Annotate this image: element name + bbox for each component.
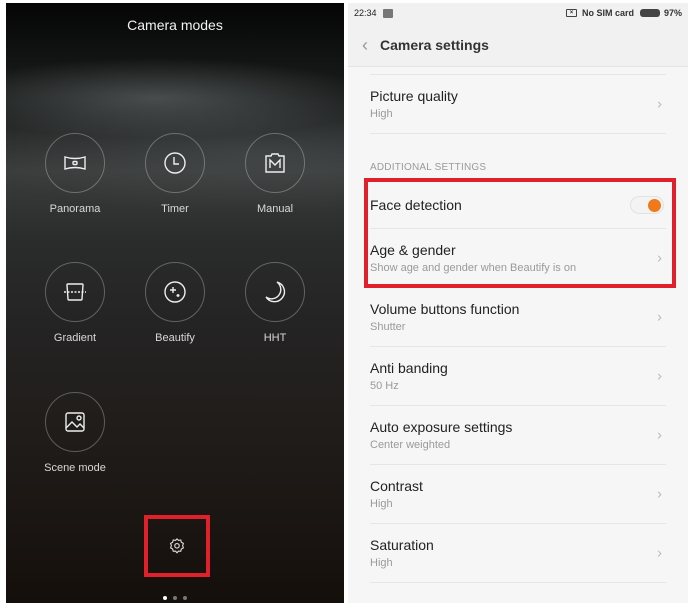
page-dot[interactable]	[183, 596, 187, 600]
panorama-icon	[64, 156, 86, 170]
page-title: Camera settings	[380, 36, 489, 53]
settings-list: Picture quality High › ADDITIONAL SETTIN…	[348, 67, 688, 583]
mode-label: Manual	[256, 203, 294, 215]
mode-label: Gradient	[53, 332, 97, 344]
mode-manual[interactable]: Manual	[235, 133, 315, 215]
setting-title: Contrast	[370, 478, 423, 494]
setting-contrast[interactable]: Contrast High ›	[370, 465, 666, 524]
setting-saturation[interactable]: Saturation High ›	[370, 524, 666, 583]
setting-title: Volume buttons function	[370, 301, 520, 317]
battery-icon	[639, 9, 660, 17]
status-time: 22:34	[354, 8, 377, 18]
chevron-right-icon: ›	[657, 544, 662, 562]
manual-icon	[265, 153, 285, 173]
setting-value: Center weighted	[370, 439, 451, 451]
beautify-icon	[164, 281, 186, 303]
mode-hht[interactable]: HHT	[235, 262, 315, 344]
setting-title: Auto exposure settings	[370, 419, 513, 435]
setting-title: Face detection	[370, 197, 462, 213]
timer-icon	[164, 152, 186, 174]
chevron-right-icon: ›	[657, 308, 662, 326]
mode-label: HHT	[263, 332, 287, 344]
mode-beautify[interactable]: Beautify	[135, 262, 215, 344]
mode-gradient[interactable]: Gradient	[35, 262, 115, 344]
mode-scene[interactable]: Scene mode	[35, 392, 115, 474]
mode-label: Beautify	[155, 332, 195, 344]
mode-label: Scene mode	[44, 462, 106, 474]
app-bar: ‹ Camera settings	[348, 23, 688, 67]
chevron-left-icon[interactable]: ‹	[362, 36, 368, 54]
gradient-icon	[64, 283, 86, 301]
notification-icon	[382, 8, 393, 18]
toggle-knob	[648, 199, 661, 212]
status-bar: 22:34 × No SIM card 97%	[348, 3, 688, 23]
setting-value: High	[370, 498, 393, 510]
camera-settings-panel: 22:34 × No SIM card 97% ‹ Camera setting…	[348, 3, 688, 603]
camera-modes-panel: Camera modes Panorama Timer Manual Gradi…	[6, 3, 344, 603]
gear-icon	[169, 538, 185, 554]
page-dot-active[interactable]	[163, 596, 167, 600]
setting-volume-buttons[interactable]: Volume buttons function Shutter ›	[370, 288, 666, 347]
setting-title: Anti banding	[370, 360, 448, 376]
setting-value: High	[370, 108, 393, 120]
mode-timer[interactable]: Timer	[135, 133, 215, 215]
mode-panorama[interactable]: Panorama	[35, 133, 115, 215]
setting-value: 50 Hz	[370, 380, 399, 392]
setting-title: Age & gender	[370, 242, 456, 258]
chevron-right-icon: ›	[657, 249, 662, 267]
setting-value: Shutter	[370, 321, 406, 333]
chevron-right-icon: ›	[657, 367, 662, 385]
face-detection-toggle[interactable]	[630, 196, 664, 214]
setting-face-detection[interactable]: Face detection	[370, 182, 666, 229]
setting-title: Picture quality	[370, 88, 458, 104]
setting-value: High	[370, 557, 393, 569]
image-icon	[65, 412, 85, 432]
setting-title: Saturation	[370, 537, 434, 553]
setting-anti-banding[interactable]: Anti banding 50 Hz ›	[370, 347, 666, 406]
page-dot[interactable]	[173, 596, 177, 600]
setting-auto-exposure[interactable]: Auto exposure settings Center weighted ›	[370, 406, 666, 465]
setting-picture-quality[interactable]: Picture quality High ›	[370, 75, 666, 134]
settings-button[interactable]	[144, 515, 210, 577]
no-sim-icon: ×	[565, 9, 577, 17]
battery-level: 97%	[663, 8, 682, 18]
moon-icon	[265, 281, 286, 303]
section-header: ADDITIONAL SETTINGS	[370, 162, 487, 173]
mode-label: Timer	[161, 203, 189, 215]
chevron-right-icon: ›	[657, 95, 662, 113]
mode-label: Panorama	[49, 203, 101, 215]
chevron-right-icon: ›	[657, 426, 662, 444]
camera-modes-title: Camera modes	[127, 17, 223, 33]
page-indicator	[6, 596, 344, 600]
chevron-right-icon: ›	[657, 485, 662, 503]
setting-value: Show age and gender when Beautify is on	[370, 262, 577, 274]
divider	[370, 67, 666, 75]
setting-age-gender[interactable]: Age & gender Show age and gender when Be…	[370, 229, 666, 288]
sim-status: No SIM card	[581, 8, 634, 18]
